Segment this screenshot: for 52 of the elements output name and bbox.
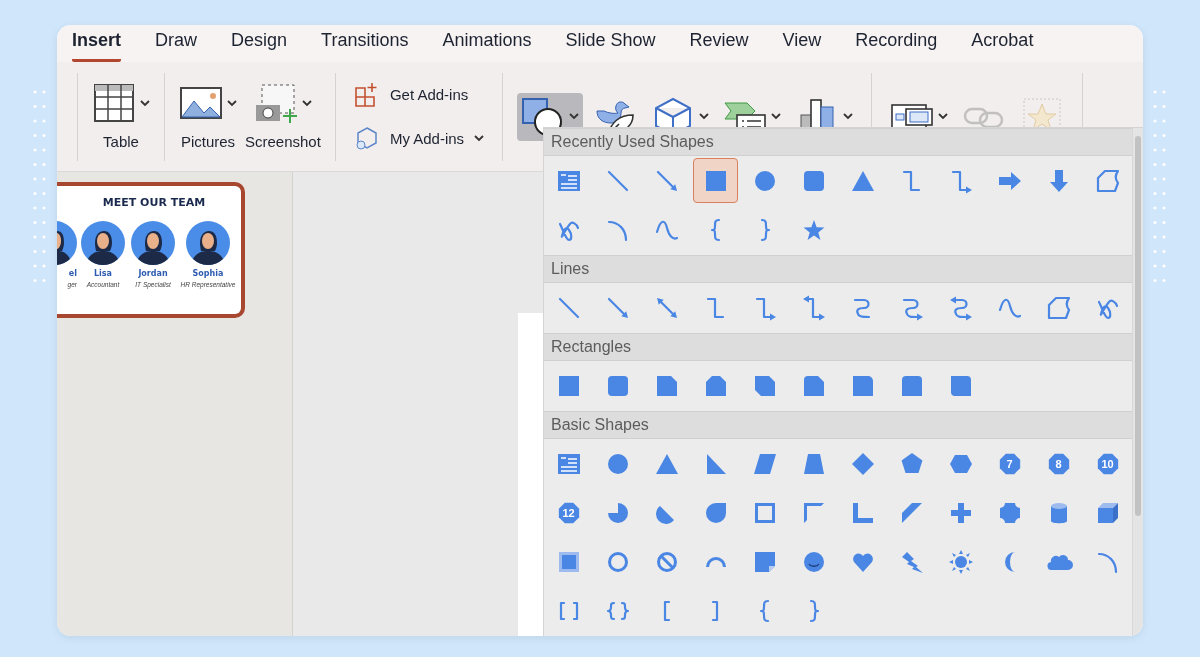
shape-option[interactable]: 10	[1085, 441, 1130, 486]
hexagon-icon	[353, 125, 380, 152]
shape-option[interactable]: 7	[987, 441, 1032, 486]
member-name: el	[68, 269, 77, 278]
ribbon-tab[interactable]: View	[782, 30, 822, 62]
chevron-icon	[699, 113, 710, 120]
ribbon-tab[interactable]: Recording	[855, 30, 938, 62]
ribbon-tab[interactable]: Design	[231, 30, 288, 62]
member-name: Jordan	[138, 269, 168, 278]
person-avatar-icon	[186, 221, 230, 265]
person-avatar-icon	[131, 221, 175, 265]
left-brace-shape-icon	[709, 217, 722, 242]
left-brace-shape-icon	[758, 598, 771, 623]
ribbon-tab[interactable]: Review	[689, 30, 749, 62]
person-avatar-icon	[81, 221, 125, 265]
get-addins-button[interactable]: Get Add-ins	[349, 79, 489, 110]
right-brace-shape-icon	[758, 217, 771, 242]
section-header: Recently Used Shapes	[544, 128, 1132, 156]
section-header: Rectangles	[544, 333, 1132, 361]
ribbon-tab[interactable]: Draw	[155, 30, 198, 62]
screenshot-button[interactable]: Screenshot	[241, 81, 325, 152]
ribbon-tab[interactable]: Acrobat	[971, 30, 1034, 62]
chevron-icon	[938, 113, 949, 120]
ribbon-tab[interactable]: Slide Show	[565, 30, 656, 62]
left-bracket-shape-icon	[662, 599, 671, 622]
my-addins-button[interactable]: My Add-ins	[349, 123, 489, 154]
add-ins-icon	[353, 81, 380, 108]
chevron-icon	[474, 135, 485, 142]
shape-option[interactable]	[693, 158, 738, 203]
member-name: Sophia	[192, 269, 224, 278]
ribbon-tab[interactable]: Animations	[442, 30, 532, 62]
section-header: Basic Shapes	[544, 411, 1132, 439]
person-avatar-icon	[57, 221, 77, 265]
chevron-icon	[771, 113, 782, 120]
scroll-bar[interactable]	[1132, 128, 1143, 636]
chevron-icon	[140, 99, 150, 107]
chevron-icon	[569, 113, 580, 120]
chevron-icon	[227, 99, 237, 107]
slide-title: MEET OUR TEAM	[102, 196, 206, 209]
right-brace-shape-icon	[807, 598, 820, 623]
table-icon	[92, 83, 136, 123]
screenshot-icon	[253, 83, 298, 123]
shape-option[interactable]: 12	[546, 490, 591, 535]
shape-option[interactable]: 8	[1036, 441, 1081, 486]
ribbon-tab[interactable]: Transitions	[321, 30, 409, 62]
table-button[interactable]: Table	[88, 81, 154, 152]
pictures-button[interactable]: Pictures	[175, 81, 241, 152]
section-header: Lines	[544, 255, 1132, 283]
member-name: Lisa	[94, 269, 112, 278]
right-bracket-shape-icon	[711, 599, 720, 622]
chevron-icon	[843, 113, 854, 120]
chevron-icon	[301, 99, 312, 107]
